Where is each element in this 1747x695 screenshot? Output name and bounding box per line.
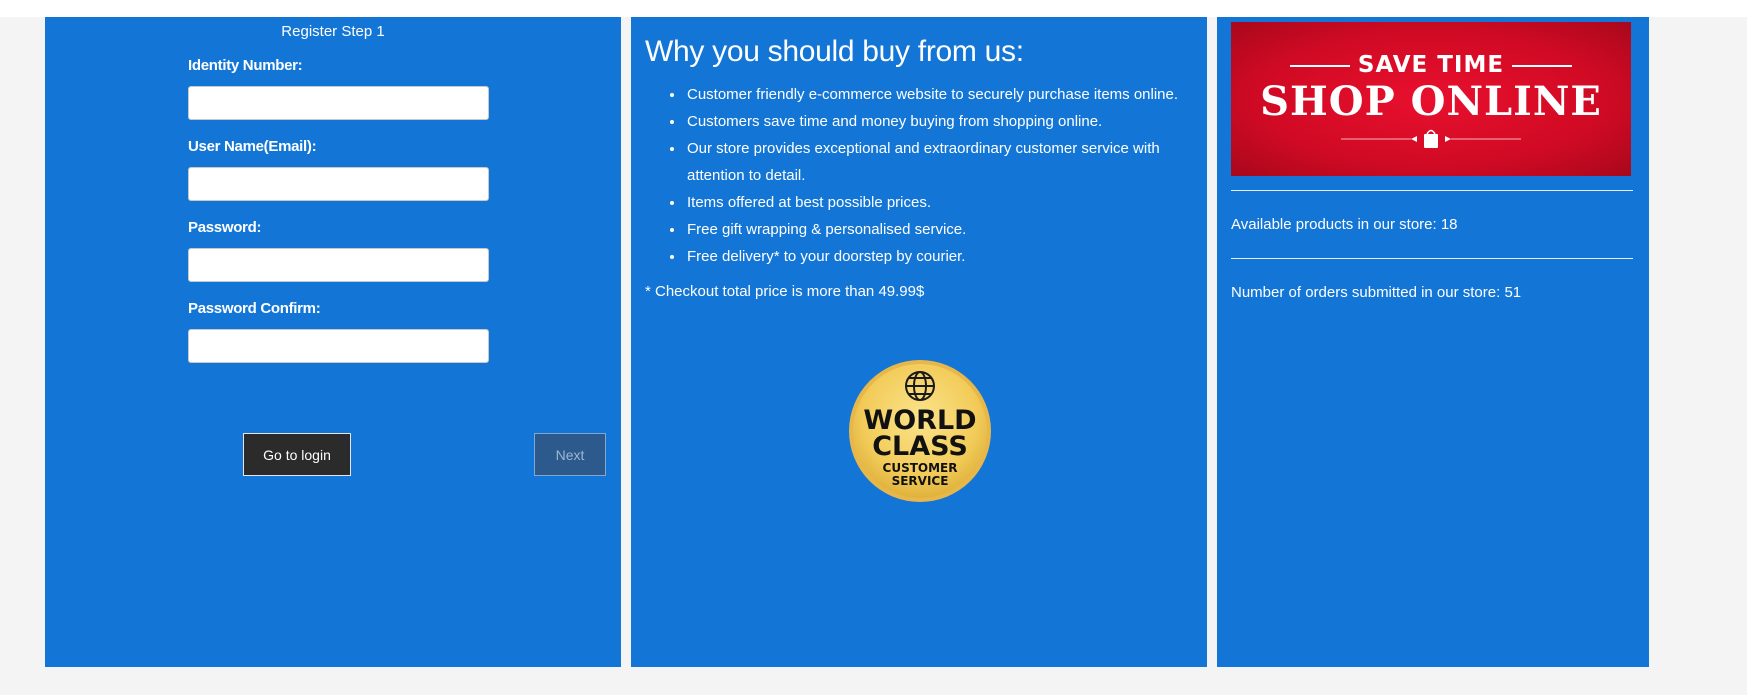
go-to-login-button[interactable]: Go to login <box>243 433 351 476</box>
benefits-list: Customer friendly e-commerce website to … <box>685 81 1185 270</box>
list-item: Customers save time and money buying fro… <box>685 108 1185 135</box>
badge-line-customer: CUSTOMER <box>883 461 958 475</box>
delivery-footnote: * Checkout total price is more than 49.9… <box>645 283 925 300</box>
world-class-badge: WORLD CLASS CUSTOMER SERVICE <box>849 360 991 502</box>
why-buy-title: Why you should buy from us: <box>645 35 1024 68</box>
stats-divider-top <box>1231 190 1633 191</box>
list-item: Customer friendly e-commerce website to … <box>685 81 1185 108</box>
badge-line-service: SERVICE <box>892 474 949 488</box>
banner-save-time: SAVE TIME <box>1357 52 1505 78</box>
username-email-label: User Name(Email): <box>188 138 317 155</box>
password-confirm-input[interactable] <box>188 329 489 363</box>
stats-divider-middle <box>1231 258 1633 259</box>
identity-number-label: Identity Number: <box>188 57 303 74</box>
password-input[interactable] <box>188 248 489 282</box>
register-step-title: Register Step 1 <box>281 23 385 40</box>
list-item: Our store provides exceptional and extra… <box>685 135 1185 189</box>
banner-rule-right <box>1512 64 1573 67</box>
username-email-input[interactable] <box>188 167 489 201</box>
list-item: Free gift wrapping & personalised servic… <box>685 216 1185 243</box>
register-panel: Register Step 1 Identity Number: User Na… <box>45 17 621 667</box>
shopping-bag-icon <box>1341 129 1521 148</box>
banner-shop-online: SHOP ONLINE <box>1260 78 1602 125</box>
banner-rule-left <box>1289 64 1350 67</box>
password-label: Password: <box>188 219 262 236</box>
list-item: Items offered at best possible prices. <box>685 189 1185 216</box>
badge-line-class: CLASS <box>872 431 968 462</box>
next-button[interactable]: Next <box>534 433 606 476</box>
identity-number-input[interactable] <box>188 86 489 120</box>
why-buy-panel: Why you should buy from us: Customer fri… <box>631 17 1207 667</box>
available-products-count: Available products in our store: 18 <box>1231 216 1458 233</box>
top-bar <box>0 0 1747 17</box>
list-item: Free delivery* to your doorstep by couri… <box>685 243 1185 270</box>
store-stats-panel: SAVE TIME SHOP ONLINE Available products… <box>1217 17 1649 667</box>
save-time-shop-online-banner: SAVE TIME SHOP ONLINE <box>1231 22 1631 176</box>
orders-submitted-count: Number of orders submitted in our store:… <box>1231 284 1522 301</box>
password-confirm-label: Password Confirm: <box>188 300 321 317</box>
